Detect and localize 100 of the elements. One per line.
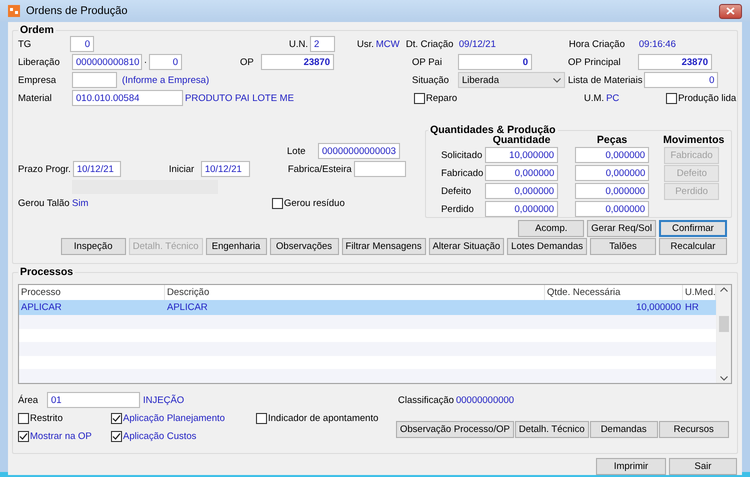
input-field[interactable]: 0 [149, 54, 182, 70]
input-field[interactable]: 0,000000 [485, 165, 558, 181]
input-field[interactable]: 0,000000 [485, 183, 558, 199]
input-field[interactable]: 23870 [261, 54, 334, 70]
checkbox-label: Gerou resíduo [284, 198, 345, 208]
field-label: Defeito [441, 186, 472, 196]
action-button[interactable]: Sair [669, 458, 737, 475]
action-button[interactable]: Imprimir [596, 458, 666, 475]
field-label: Fabrica/Esteira [288, 164, 353, 174]
field-label: · [142, 56, 148, 68]
action-button[interactable]: Confirmar [659, 220, 727, 237]
close-button[interactable] [719, 4, 742, 18]
checkbox-label: Reparo [426, 92, 458, 104]
status-dropdown[interactable]: Liberada [458, 72, 565, 88]
scrollbar[interactable] [716, 285, 731, 383]
field-label: OP Pai [412, 56, 443, 68]
close-icon [726, 7, 735, 15]
field-label: OP [240, 56, 255, 68]
chevron-down-icon [553, 78, 561, 82]
table-cell-text: APLICAR [166, 301, 209, 315]
checkbox[interactable] [256, 412, 267, 424]
table-row[interactable]: APLICAR APLICAR 10,000000 HR [19, 300, 716, 315]
action-button[interactable]: Engenharia [206, 238, 267, 255]
field-value: PRODUTO PAI LOTE ME [185, 92, 295, 104]
action-button[interactable]: Talões [590, 238, 656, 255]
table-cell-text: APLICAR [20, 301, 63, 315]
chevron-up-icon[interactable] [720, 287, 728, 292]
scroll-thumb[interactable] [719, 316, 729, 332]
action-button[interactable]: Observação Processo/OP [396, 421, 514, 438]
column-header: Peças [596, 134, 628, 146]
table-cell-text: HR [684, 301, 700, 315]
checkbox[interactable] [111, 430, 122, 442]
field-label: Perdido [441, 204, 475, 214]
action-button[interactable]: Gerar Req/Sol [587, 220, 656, 237]
input-field[interactable]: 0 [458, 54, 532, 70]
checkbox[interactable] [272, 198, 283, 208]
field-value: 00000000000 [456, 394, 514, 406]
group-title: Processos [18, 266, 76, 278]
input-field[interactable]: 0,000000 [485, 201, 558, 217]
checkbox-label: Produção lida [678, 92, 736, 104]
field-label: Situação [412, 74, 450, 86]
input-field[interactable] [72, 72, 117, 88]
window-title: Ordens de Produção [26, 5, 128, 17]
input-field[interactable]: 0,000000 [575, 201, 650, 217]
input-field[interactable]: 0 [70, 36, 94, 52]
field-label: Classificação [398, 394, 455, 406]
input-field[interactable]: 000000000810 [72, 54, 142, 70]
action-button[interactable]: Acomp. [518, 220, 584, 237]
input-field[interactable]: 23870 [638, 54, 712, 70]
input-field[interactable]: 10/12/21 [200, 161, 250, 177]
input-field[interactable]: 0 [644, 72, 718, 88]
input-field[interactable]: 10/12/21 [72, 161, 121, 177]
field-label: U.N. [289, 38, 309, 50]
input-field[interactable]: 0,000000 [575, 183, 650, 199]
checkbox-label: Aplicação Custos [123, 430, 196, 442]
field-value: 09/12/21 [458, 38, 497, 50]
field-label: TG [18, 38, 32, 50]
action-button[interactable]: Recursos [658, 421, 729, 438]
checkbox[interactable] [111, 412, 122, 424]
field-label: Solicitado [441, 150, 484, 160]
action-button[interactable]: Filtrar Mensagens [342, 238, 426, 255]
checkbox-label: Restrito [30, 412, 63, 424]
input-field[interactable]: 0,000000 [575, 165, 650, 181]
action-button[interactable]: Detalh. Técnico [514, 421, 589, 438]
input-field[interactable] [354, 161, 406, 177]
input-field[interactable]: 0,000000 [575, 147, 650, 163]
action-button[interactable]: Demandas [590, 421, 658, 438]
chevron-down-icon[interactable] [720, 376, 728, 381]
checkbox-label: Mostrar na OP [30, 430, 92, 442]
input-field[interactable]: 01 [47, 392, 140, 408]
action-button[interactable]: Alterar Situação [428, 238, 504, 255]
app-icon [8, 5, 20, 17]
field-value: MCW [376, 38, 401, 50]
action-button[interactable]: Recalcular [659, 238, 727, 255]
field-label: Hora Criação [568, 38, 626, 50]
input-field[interactable]: 2 [310, 36, 335, 52]
input-field[interactable]: 010.010.00584 [72, 90, 183, 106]
field-label: Usr. [357, 38, 375, 50]
column-header: Quantidade [492, 134, 550, 146]
action-button[interactable]: Inspeção [60, 238, 126, 255]
field-label: Lista de Materiais [568, 74, 644, 86]
action-button[interactable]: Lotes Demandas [507, 238, 587, 255]
action-button[interactable]: Observações [270, 238, 339, 255]
field-label: Prazo Progr. [18, 164, 72, 174]
field-value: (Informe a Empresa) [122, 74, 210, 86]
table-cell-text: 10,000000 [635, 301, 682, 315]
checkbox[interactable] [18, 430, 29, 442]
checkbox[interactable] [414, 92, 425, 104]
field-label: Gerou Talão [18, 198, 71, 208]
field-label: Dt. Criação [406, 38, 454, 50]
checkbox-label: Aplicação Planejamento [123, 412, 225, 424]
checkbox[interactable] [18, 412, 29, 424]
input-field[interactable]: 00000000000003 [318, 143, 400, 159]
checkbox[interactable] [666, 92, 678, 104]
field-label: Área [18, 394, 40, 406]
field-label: Liberação [18, 56, 61, 68]
field-label: OP Principal [568, 56, 622, 68]
field-value: INJEÇÃO [143, 394, 186, 406]
input-field[interactable]: 10,000000 [485, 147, 558, 163]
field-label: Fabricado [441, 168, 484, 178]
